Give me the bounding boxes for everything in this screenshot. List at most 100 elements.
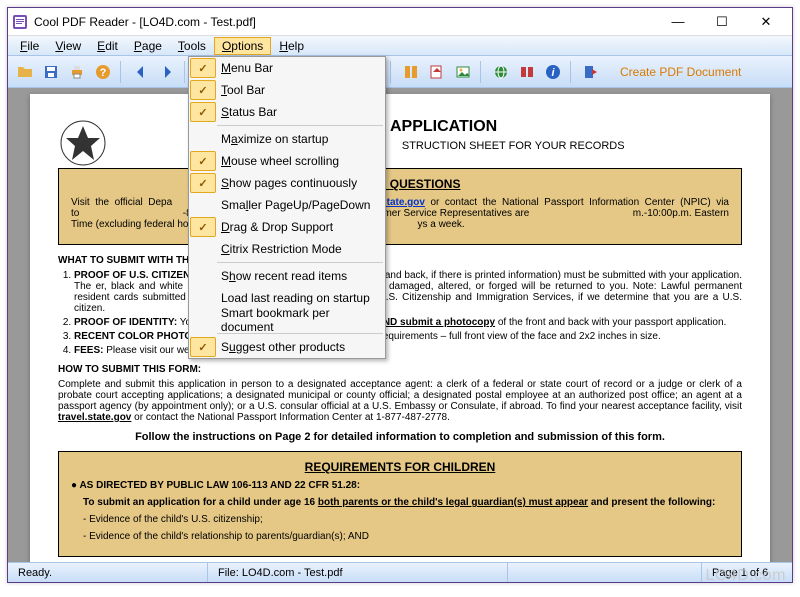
doc-subtitle: PLE STRUCTION SHEET FOR YOUR RECORDS [58, 140, 742, 152]
check-icon [190, 80, 216, 100]
toolbar-separator [390, 61, 394, 83]
help-icon[interactable]: ? [92, 61, 114, 83]
check-icon [190, 310, 216, 330]
menu-file[interactable]: File [12, 37, 47, 55]
info-box-1: ON AND QUESTIONS Visit the official Depa… [58, 168, 742, 245]
save-icon[interactable] [40, 61, 62, 83]
check-icon [190, 266, 216, 286]
menu-option-show-pages-continuously[interactable]: Show pages continuously [189, 172, 385, 194]
svg-text:?: ? [100, 67, 107, 79]
layout-icon[interactable] [400, 61, 422, 83]
menu-option-label: Smaller PageUp/PageDown [217, 198, 370, 212]
menu-option-citrix-restriction-mode[interactable]: Citrix Restriction Mode [189, 238, 385, 260]
globe-icon[interactable] [490, 61, 512, 83]
check-icon [190, 58, 216, 78]
box1-text: Visit the official Depa el.state.gov or … [71, 197, 729, 230]
menu-option-drag-drop-support[interactable]: Drag & Drop Support [189, 216, 385, 238]
check-icon [190, 195, 216, 215]
toolbar: ? i Create PDF Document [8, 56, 792, 88]
info-icon[interactable]: i [542, 61, 564, 83]
menu-tools[interactable]: Tools [170, 37, 214, 55]
toolbar-separator [480, 61, 484, 83]
menu-option-label: Maximize on startup [217, 132, 328, 146]
status-ready: Ready. [8, 563, 208, 582]
menu-option-label: Show recent read items [217, 269, 347, 283]
check-icon [190, 129, 216, 149]
options-dropdown: Menu Bar Tool Bar Status Bar Maximize on st… [188, 56, 386, 359]
app-icon [12, 14, 28, 30]
check-icon [190, 151, 216, 171]
seal-icon [58, 118, 108, 168]
follow-text: Follow the instructions on Page 2 for de… [58, 431, 742, 443]
menu-separator [217, 262, 383, 263]
menu-option-smart-bookmark-per-document[interactable]: Smart bookmark per document [189, 309, 385, 331]
list-item: FEES: Please visit our website at travel… [74, 345, 742, 356]
menubar: FileViewEditPageToolsOptionsHelpMenu Bar… [8, 36, 792, 56]
menu-option-tool-bar[interactable]: Tool Bar [189, 79, 385, 101]
menu-option-label: Menu Bar [217, 61, 273, 75]
check-icon [190, 288, 216, 308]
menu-help[interactable]: Help [271, 37, 312, 55]
menu-option-menu-bar[interactable]: Menu Bar [189, 57, 385, 79]
list-item: RECENT COLOR PHOTOGRAPH: Photograph must… [74, 331, 742, 342]
menu-option-status-bar[interactable]: Status Bar [189, 101, 385, 123]
menu-option-show-recent-read-items[interactable]: Show recent read items [189, 265, 385, 287]
menu-option-label: Load last reading on startup [217, 291, 370, 305]
check-icon [190, 102, 216, 122]
menu-option-maximize-on-startup[interactable]: Maximize on startup [189, 128, 385, 150]
toolbar-separator [120, 61, 124, 83]
section-h-1: WHAT TO SUBMIT WITH TH [58, 255, 742, 266]
app-window: Cool PDF Reader - [LO4D.com - Test.pdf] … [7, 7, 793, 583]
check-icon [190, 217, 216, 237]
status-spacer [508, 563, 702, 582]
box2-line: To submit an application for a child und… [83, 497, 729, 508]
menu-page[interactable]: Page [126, 37, 170, 55]
menu-option-label: Tool Bar [217, 83, 265, 97]
box2-line: ● AS DIRECTED BY PUBLIC LAW 106-113 AND … [71, 480, 729, 491]
menu-option-label: Mouse wheel scrolling [217, 154, 339, 168]
open-icon[interactable] [14, 61, 36, 83]
extract-icon[interactable] [426, 61, 448, 83]
create-pdf-link[interactable]: Create PDF Document [620, 65, 741, 79]
exit-icon[interactable] [580, 61, 602, 83]
menu-options[interactable]: Options [214, 37, 271, 55]
menu-edit[interactable]: Edit [89, 37, 126, 55]
toolbar-separator [570, 61, 574, 83]
info-box-2: REQUIREMENTS FOR CHILDREN ● AS DIRECTED … [58, 451, 742, 557]
menu-option-label: Show pages continuously [217, 176, 357, 190]
menu-option-label: Status Bar [217, 105, 277, 119]
close-button[interactable]: ✕ [744, 9, 788, 35]
back-icon[interactable] [130, 61, 152, 83]
menu-option-smaller-pageup-pagedown[interactable]: Smaller PageUp/PageDown [189, 194, 385, 216]
document-area[interactable]: RT APPLICATION PLE STRUCTION SHEET FOR Y… [8, 88, 792, 562]
status-file: File: LO4D.com - Test.pdf [208, 563, 508, 582]
status-page: Page 1 of 6 [702, 563, 792, 582]
list-item: PROOF OF IDENTITY: You must present your… [74, 317, 742, 328]
print-icon[interactable] [66, 61, 88, 83]
menu-option-suggest-other-products[interactable]: Suggest other products [189, 336, 385, 358]
menu-option-label: Citrix Restriction Mode [217, 242, 342, 256]
menu-view[interactable]: View [47, 37, 89, 55]
list-item: PROOF OF U.S. CITIZEN otocopy of the fro… [74, 270, 742, 314]
submit-list: PROOF OF U.S. CITIZEN otocopy of the fro… [74, 270, 742, 356]
window-title: Cool PDF Reader - [LO4D.com - Test.pdf] [34, 15, 656, 29]
pdf-page: RT APPLICATION PLE STRUCTION SHEET FOR Y… [30, 94, 770, 562]
titlebar: Cool PDF Reader - [LO4D.com - Test.pdf] … [8, 8, 792, 36]
box2-title: REQUIREMENTS FOR CHILDREN [71, 460, 729, 474]
box2-line: - Evidence of the child's U.S. citizensh… [83, 514, 729, 525]
minimize-button[interactable]: — [656, 9, 700, 35]
image-icon[interactable] [452, 61, 474, 83]
book-icon[interactable] [516, 61, 538, 83]
check-icon [190, 173, 216, 193]
menu-option-label: Smart bookmark per document [217, 306, 385, 334]
forward-icon[interactable] [156, 61, 178, 83]
section-h-2: HOW TO SUBMIT THIS FORM: [58, 364, 742, 375]
menu-option-mouse-wheel-scrolling[interactable]: Mouse wheel scrolling [189, 150, 385, 172]
how-submit-text: Complete and submit this application in … [58, 379, 742, 423]
box1-title: ON AND QUESTIONS [71, 177, 729, 191]
menu-option-label: Suggest other products [217, 340, 345, 354]
doc-heading: RT APPLICATION [58, 118, 742, 136]
statusbar: Ready. File: LO4D.com - Test.pdf Page 1 … [8, 562, 792, 582]
maximize-button[interactable]: ☐ [700, 9, 744, 35]
menu-separator [217, 125, 383, 126]
